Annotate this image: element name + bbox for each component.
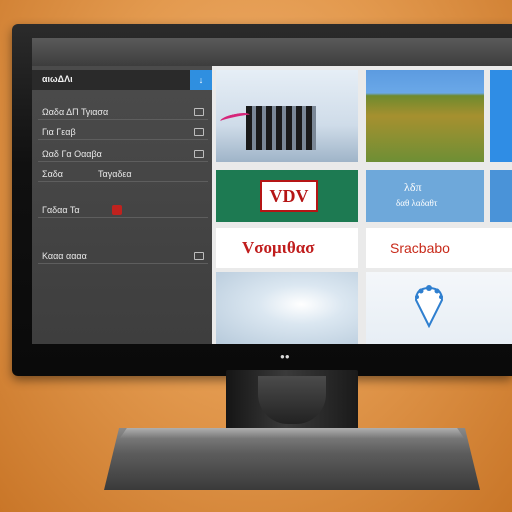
tile-brand-orange[interactable]: Sracbabo — [366, 228, 512, 268]
sidebar-item-label: Κααα αααα — [42, 251, 87, 261]
sidebar-download-icon[interactable]: ↓ — [190, 70, 212, 90]
sidebar-header-label: αιωΔΛι — [42, 74, 73, 84]
monitor-stand-base-top — [120, 428, 464, 438]
sidebar-item-sublabel: Ταγαδεα — [98, 169, 132, 179]
tile-sky-image[interactable] — [216, 272, 358, 344]
menu-icon[interactable] — [194, 108, 204, 116]
tile-vdv[interactable]: VDV — [216, 170, 358, 222]
sidebar-item-label: Σαδα — [42, 169, 63, 179]
sidebar-item-label: Για Γεαβ — [42, 127, 76, 137]
menu-icon[interactable] — [194, 252, 204, 260]
monitor-screen: αιωΔΛι ↓ Ωαδα ΔΠ Τγιασα Για Γεαβ Ωαδ Γα … — [32, 38, 512, 344]
menu-icon[interactable] — [194, 128, 204, 136]
cable-hole — [258, 376, 326, 424]
tile-brand-red[interactable]: Vσομιθασ — [216, 228, 358, 268]
sidebar-item-label: Γαδαα Τα — [42, 205, 80, 215]
menu-icon[interactable] — [194, 150, 204, 158]
tile-title: λδπ — [404, 180, 422, 194]
sidebar: αιωΔΛι ↓ Ωαδα ΔΠ Τγιασα Για Γεαβ Ωαδ Γα … — [32, 66, 212, 344]
sidebar-item-3[interactable]: Ωαδ Γα Οααβα — [38, 146, 208, 162]
location-pin-icon — [414, 285, 444, 328]
sidebar-item-5[interactable]: Γαδαα Τα — [38, 202, 208, 218]
screen-topbar — [32, 38, 512, 66]
notification-badge-icon — [112, 205, 122, 215]
sidebar-item-4[interactable]: Σαδα Ταγαδεα — [38, 166, 208, 182]
tile-blue-partial-2[interactable] — [490, 170, 512, 222]
sidebar-item-6[interactable]: Κααα αααα — [38, 248, 208, 264]
sidebar-item-1[interactable]: Ωαδα ΔΠ Τγιασα — [38, 104, 208, 120]
tile-location[interactable] — [366, 272, 512, 344]
sidebar-item-label: Ωαδ Γα Οααβα — [42, 149, 102, 159]
tile-city-image[interactable] — [216, 70, 358, 162]
brand-wordmark: Vσομιθασ — [242, 238, 315, 257]
tile-field-image[interactable] — [366, 70, 484, 162]
content-grid: VDV λδπ δαθ λαδαθτ Vσομιθασ Sracbabo — [212, 66, 512, 344]
skyline-graphic — [246, 106, 316, 150]
monitor-brand-logo: ●● — [280, 352, 290, 361]
sidebar-item-label: Ωαδα ΔΠ Τγιασα — [42, 107, 109, 117]
tile-blue-partial[interactable] — [490, 70, 512, 162]
vdv-logo: VDV — [260, 180, 318, 212]
tile-subtitle: δαθ λαδαθτ — [396, 198, 438, 208]
tile-blue-text[interactable]: λδπ δαθ λαδαθτ — [366, 170, 484, 222]
brand-wordmark: Sracbabo — [390, 240, 450, 256]
sidebar-header: αιωΔΛι ↓ — [32, 70, 212, 90]
sidebar-item-2[interactable]: Για Γεαβ — [38, 124, 208, 140]
